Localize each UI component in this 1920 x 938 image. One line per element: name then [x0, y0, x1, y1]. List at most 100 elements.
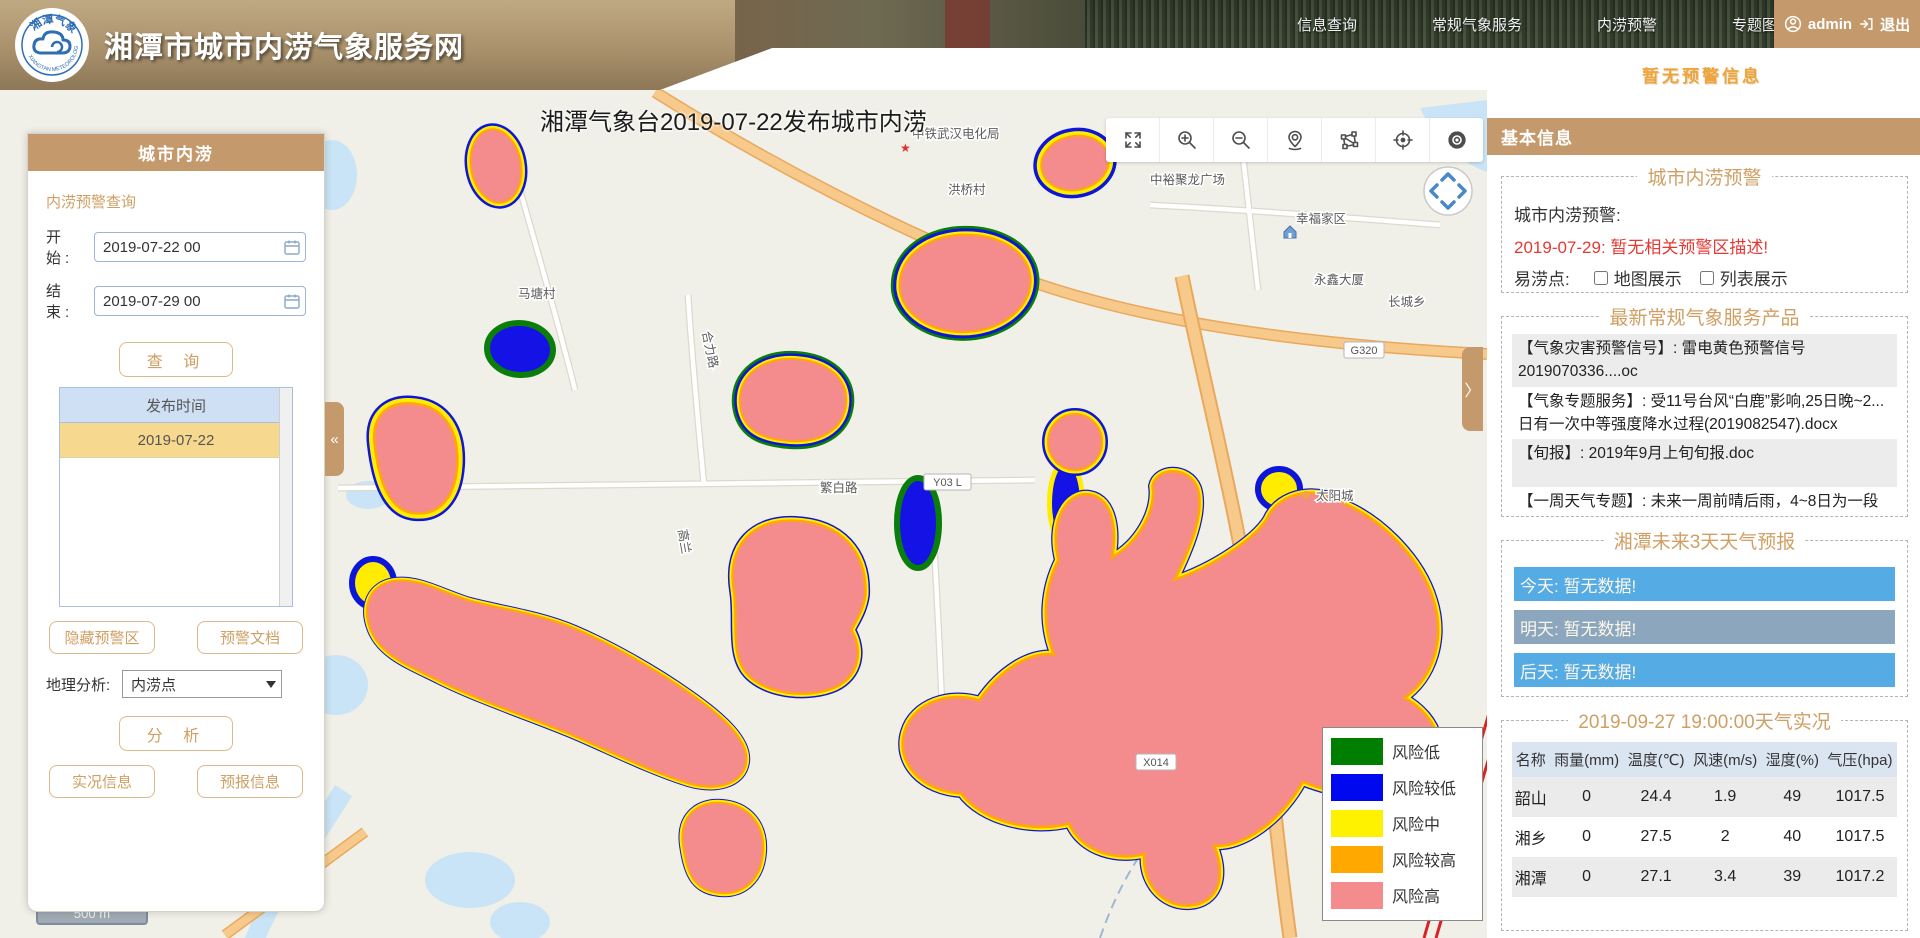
analyze-button[interactable]: 分 析 [119, 716, 233, 751]
table-cell: 40 [1762, 817, 1823, 857]
nav-item-1[interactable]: 常规气象服务 [1432, 14, 1522, 35]
polygon-icon [1338, 129, 1360, 151]
table-row: 湘乡027.52401017.5 [1512, 817, 1897, 857]
calendar-icon[interactable] [284, 239, 300, 255]
target-icon [1392, 129, 1414, 151]
column-header: 名称 [1512, 742, 1550, 777]
info-sidebar-title: 基本信息 [1487, 118, 1920, 155]
query-section-label: 内涝预警查询 [46, 191, 306, 212]
top-nav: 信息查询 常规气象服务 内涝预警 专题图 [1285, 0, 1789, 48]
fullscreen-icon [1122, 129, 1144, 151]
table-cell: 2 [1689, 817, 1762, 857]
legend-item: 风险低 [1331, 733, 1474, 769]
nav-item-2[interactable]: 内涝预警 [1597, 14, 1657, 35]
product-item[interactable]: 【气象专题服务】: 受11号台风“白鹿”影响,25日晚~2...日有一次中等强度… [1512, 387, 1897, 440]
warning-description: 2019-07-29: 暂无相关预警区描述! [1514, 233, 1895, 258]
legend-item: 风险中 [1331, 805, 1474, 841]
map-label: 高兰 [675, 528, 694, 555]
column-header: 气压(hpa) [1823, 742, 1897, 777]
table-cell: 27.1 [1624, 857, 1689, 897]
risk-zones [355, 126, 1438, 904]
start-date-input[interactable] [94, 232, 306, 262]
column-header: 湿度(%) [1762, 742, 1823, 777]
map-label: 洪桥村 [948, 183, 986, 197]
legend-swatch [1331, 810, 1383, 837]
user-box[interactable]: admin 退出 [1774, 0, 1920, 48]
risk-legend: 风险低风险较低风险中风险较高风险高 [1322, 727, 1483, 921]
table-cell: 27.5 [1624, 817, 1689, 857]
waterlogging-panel: 城市内涝 内涝预警查询 开 始: 结 束: 查 询 [27, 133, 325, 912]
risk-zone [466, 126, 526, 205]
product-item[interactable]: 【一周天气专题】: 未来一周前晴后雨，4~8日为一段降...集中期 (20190… [1512, 487, 1897, 517]
svg-text:X014: X014 [1143, 757, 1169, 769]
user-icon [1784, 15, 1802, 33]
geo-analysis-value: 内涝点 [131, 674, 176, 695]
risk-zone [901, 236, 1030, 331]
logout-link[interactable]: 退出 [1880, 14, 1910, 35]
zoom-out-icon [1230, 129, 1252, 151]
calendar-icon[interactable] [284, 293, 300, 309]
svg-text:G320: G320 [1351, 345, 1378, 357]
flood-points-label: 易涝点: [1514, 265, 1570, 290]
locate-button[interactable] [1267, 118, 1321, 162]
geo-analysis-label: 地理分析: [46, 674, 122, 695]
zoom-out-button[interactable] [1213, 118, 1267, 162]
table-row[interactable]: 2019-07-22 [60, 423, 292, 458]
end-date-input[interactable] [94, 286, 306, 316]
zoom-in-icon [1176, 129, 1198, 151]
end-label: 结 束: [46, 280, 94, 322]
product-item[interactable]: 【旬报】: 2019年9月上旬旬报.doc [1512, 439, 1897, 487]
table-scrollbar[interactable] [279, 388, 292, 606]
fullscreen-button[interactable] [1106, 118, 1159, 162]
column-header: 雨量(mm) [1550, 742, 1624, 777]
risk-zone [488, 324, 551, 374]
hide-warning-zone-button[interactable]: 隐藏预警区 [49, 621, 155, 654]
nav-item-0[interactable]: 信息查询 [1297, 14, 1357, 35]
map-display-checkbox[interactable] [1594, 271, 1608, 285]
legend-swatch [1331, 846, 1383, 873]
panel-title: 城市内涝 [28, 134, 324, 171]
map-label: 永鑫大厦 [1314, 272, 1364, 287]
legend-item: 风险较高 [1331, 841, 1474, 877]
product-item[interactable]: 【气象灾害预警信号】: 雷电黄色预警信号2019070336....oc [1512, 334, 1897, 387]
legend-item: 风险高 [1331, 877, 1474, 913]
table-cell: 1017.2 [1823, 857, 1897, 897]
live-info-button[interactable]: 实况信息 [49, 765, 155, 798]
map-display-label[interactable]: 地图展示 [1614, 265, 1682, 290]
svg-text:Y03 L: Y03 L [933, 477, 962, 489]
site-header: 湘潭气象 XIANGTAN METEOROLOGY 湘潭市城市内涝气象服务网 信… [0, 0, 1920, 90]
list-display-label[interactable]: 列表展示 [1720, 265, 1788, 290]
warning-line: 城市内涝预警: [1514, 201, 1895, 226]
map-label: 幸福家区 [1296, 211, 1346, 226]
zoom-in-button[interactable] [1159, 118, 1213, 162]
center-target-button[interactable] [1375, 118, 1429, 162]
draw-polygon-button[interactable] [1321, 118, 1375, 162]
table-cell: 韶山 [1512, 777, 1550, 817]
star-marker-icon: ★ [900, 141, 911, 155]
map-label: 太阳城 [1316, 488, 1354, 503]
legend-label: 风险中 [1392, 811, 1440, 835]
nav-item-3[interactable]: 专题图 [1732, 14, 1777, 35]
house-icon [1284, 226, 1296, 238]
map-label: 繁白路 [820, 480, 858, 495]
legend-label: 风险高 [1392, 883, 1440, 907]
map-label: 中裕聚龙广场 [1150, 172, 1225, 187]
geo-analysis-select[interactable]: 内涝点 [122, 670, 282, 698]
table-cell: 0 [1550, 857, 1624, 897]
legend-label: 风险较低 [1392, 775, 1456, 799]
table-cell: 1.9 [1689, 777, 1762, 817]
table-cell: 3.4 [1689, 857, 1762, 897]
warning-doc-button[interactable]: 预警文档 [197, 621, 303, 654]
settings-button[interactable] [1429, 118, 1483, 162]
forecast-info-button[interactable]: 预报信息 [197, 765, 303, 798]
pan-control[interactable] [1421, 164, 1475, 218]
list-display-checkbox[interactable] [1700, 271, 1714, 285]
query-button[interactable]: 查 询 [119, 342, 233, 377]
risk-zone [734, 522, 864, 692]
products-section-legend: 最新常规气象服务产品 [1599, 303, 1809, 330]
rightbar-expand-tab[interactable]: 〉 [1462, 347, 1483, 431]
gear-icon [1446, 129, 1468, 151]
legend-swatch [1331, 882, 1383, 909]
table-cell: 湘潭 [1512, 857, 1550, 897]
panel-collapse-tab[interactable]: « [325, 402, 344, 476]
